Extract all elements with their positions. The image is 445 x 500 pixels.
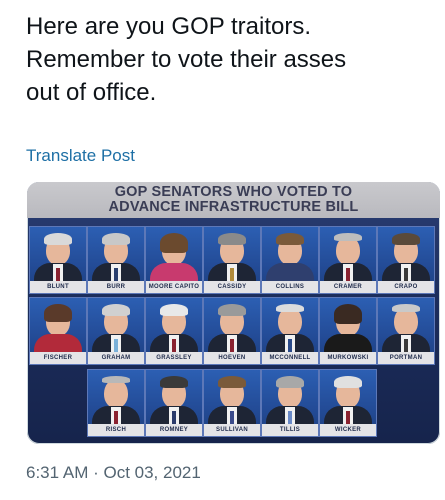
senator-card: PORTMAN: [378, 298, 434, 364]
hair-shape: [44, 233, 72, 245]
senator-name: COLLINS: [262, 281, 318, 293]
suit-shape: [34, 334, 82, 352]
senator-name: BURR: [88, 281, 144, 293]
senator-name: FISCHER: [30, 352, 86, 364]
hair-shape: [102, 304, 130, 316]
hair-shape: [102, 233, 130, 245]
senator-card: RISCH: [88, 370, 144, 436]
senator-card: CASSIDY: [204, 227, 260, 293]
suit-shape: [266, 263, 314, 281]
tie-shape: [404, 339, 408, 352]
tweet-media-image[interactable]: GOP SENATORS WHO VOTED TO ADVANCE INFRAS…: [27, 182, 440, 444]
senator-card: GRASSLEY: [146, 298, 202, 364]
suit-shape: [150, 263, 198, 281]
senator-card: CRAPO: [378, 227, 434, 293]
hair-shape: [160, 233, 188, 253]
tie-shape: [404, 268, 408, 281]
senator-card: BURR: [88, 227, 144, 293]
hair-shape: [334, 233, 362, 241]
senator-name: ROMNEY: [146, 424, 202, 436]
senator-card: GRAHAM: [88, 298, 144, 364]
senator-name: GRASSLEY: [146, 352, 202, 364]
banner-title-line1: GOP SENATORS WHO VOTED TO: [114, 184, 353, 200]
tweet-timestamp[interactable]: 6:31 AM · Oct 03, 2021: [26, 463, 201, 483]
tie-shape: [346, 268, 350, 281]
hair-shape: [276, 376, 304, 388]
hair-shape: [334, 376, 362, 388]
senator-name: MCCONNELL: [262, 352, 318, 364]
senator-card: MOORE CAPITO: [146, 227, 202, 293]
hair-shape: [102, 376, 130, 383]
hair-shape: [392, 304, 420, 312]
tie-shape: [114, 339, 118, 352]
banner-title-line2: ADVANCE INFRASTRUCTURE BILL: [108, 199, 359, 215]
senator-card: SULLIVAN: [204, 370, 260, 436]
hair-shape: [218, 304, 246, 316]
tie-shape: [346, 411, 350, 424]
senator-name: TILLIS: [262, 424, 318, 436]
senator-name: GRAHAM: [88, 352, 144, 364]
senator-card: CRAMER: [320, 227, 376, 293]
senator-name: MURKOWSKI: [320, 352, 376, 364]
senator-card: HOEVEN: [204, 298, 260, 364]
image-banner: GOP SENATORS WHO VOTED TO ADVANCE INFRAS…: [27, 182, 440, 218]
tie-shape: [114, 268, 118, 281]
senator-name: CASSIDY: [204, 281, 260, 293]
tie-shape: [172, 411, 176, 424]
tie-shape: [230, 339, 234, 352]
tie-shape: [230, 411, 234, 424]
senator-card: MURKOWSKI: [320, 298, 376, 364]
hair-shape: [276, 233, 304, 245]
senator-name: WICKER: [320, 424, 376, 436]
hair-shape: [392, 233, 420, 245]
tie-shape: [56, 268, 60, 281]
senator-card: BLUNT: [30, 227, 86, 293]
tie-shape: [288, 339, 292, 352]
senator-name: SULLIVAN: [204, 424, 260, 436]
senator-name: CRAMER: [320, 281, 376, 293]
translate-post-link[interactable]: Translate Post: [26, 146, 135, 166]
hair-shape: [160, 304, 188, 316]
senator-card: COLLINS: [262, 227, 318, 293]
tweet-text: Here are you GOP traitors. Remember to v…: [26, 13, 347, 106]
senator-card: FISCHER: [30, 298, 86, 364]
senator-name: BLUNT: [30, 281, 86, 293]
senator-card: WICKER: [320, 370, 376, 436]
hair-shape: [276, 304, 304, 312]
senator-name: CRAPO: [378, 281, 434, 293]
suit-shape: [324, 334, 372, 352]
tie-shape: [230, 268, 234, 281]
senator-name: HOEVEN: [204, 352, 260, 364]
hair-shape: [334, 304, 362, 324]
senator-card: MCCONNELL: [262, 298, 318, 364]
senator-name: PORTMAN: [378, 352, 434, 364]
senator-name: RISCH: [88, 424, 144, 436]
tie-shape: [114, 411, 118, 424]
senator-card: ROMNEY: [146, 370, 202, 436]
tie-shape: [172, 339, 176, 352]
senator-name: MOORE CAPITO: [146, 281, 202, 293]
senator-card: TILLIS: [262, 370, 318, 436]
hair-shape: [160, 376, 188, 388]
hair-shape: [218, 233, 246, 245]
hair-shape: [218, 376, 246, 388]
tie-shape: [288, 411, 292, 424]
senator-portrait: [104, 379, 128, 408]
hair-shape: [44, 304, 72, 322]
